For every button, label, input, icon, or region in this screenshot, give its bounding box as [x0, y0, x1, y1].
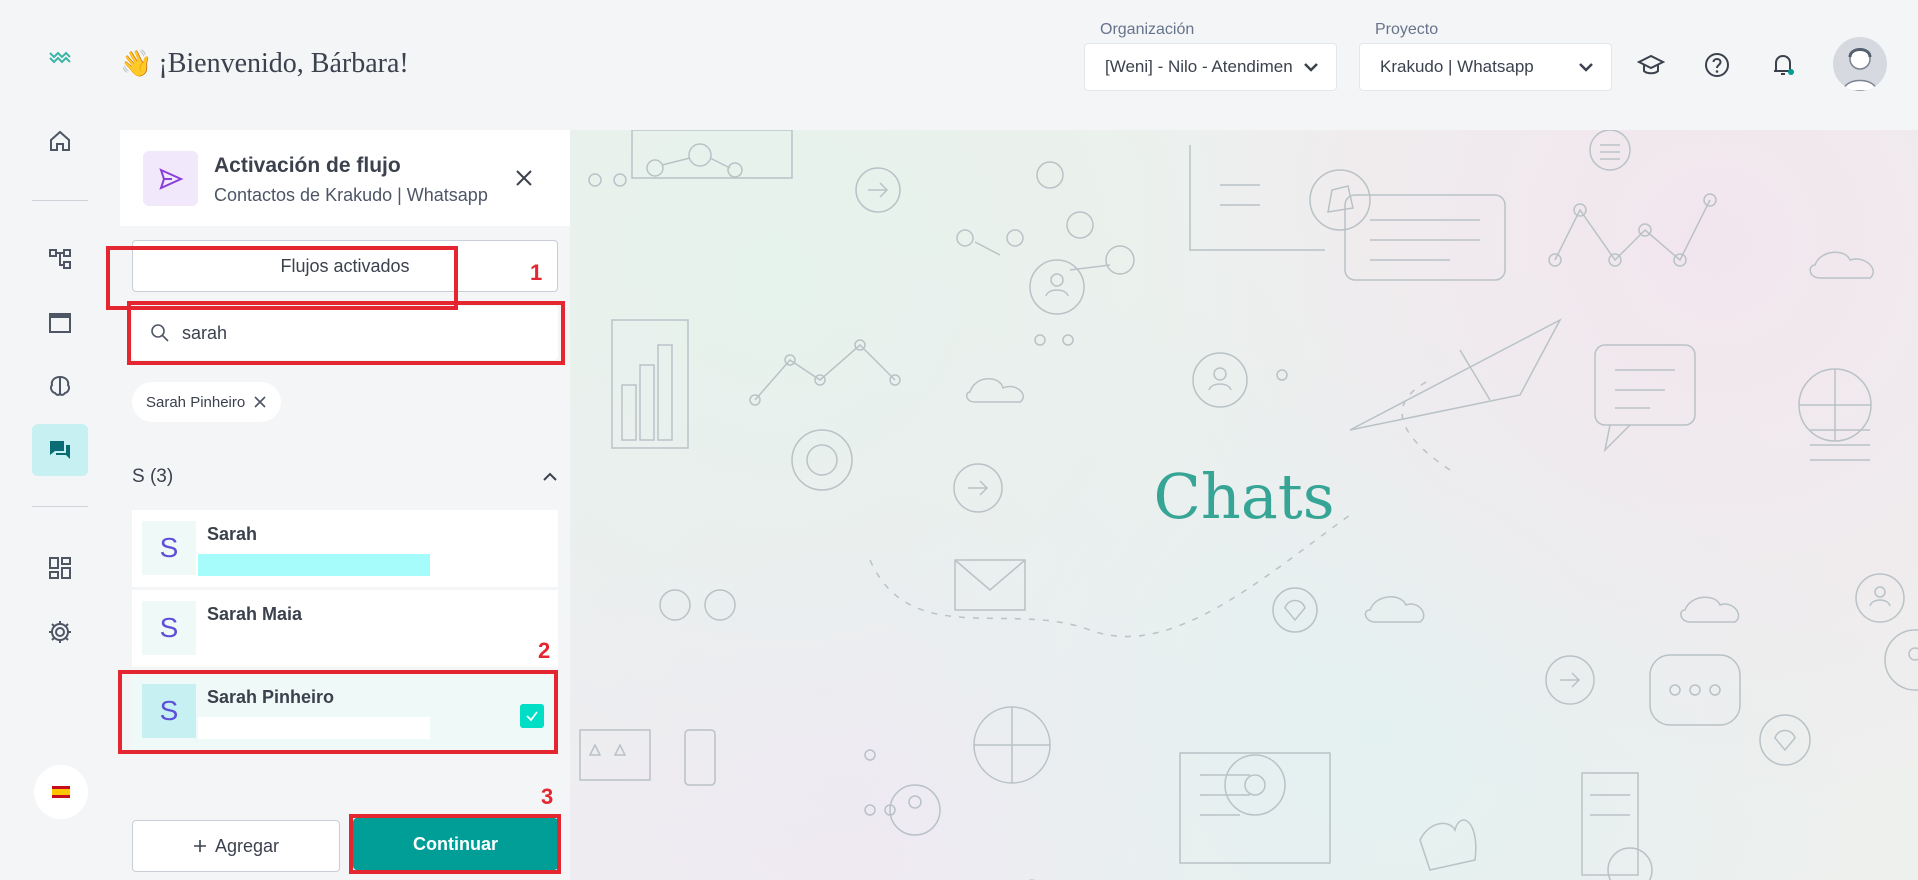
- project-label: Proyecto: [1375, 21, 1439, 38]
- project-value: Krakudo | Whatsapp: [1380, 57, 1534, 76]
- chats-icon[interactable]: [32, 424, 88, 476]
- panel-subtitle: Contactos de Krakudo | Whatsapp: [214, 185, 488, 205]
- selected-contact-chip: Sarah Pinheiro: [132, 382, 282, 422]
- contact-avatar: S: [142, 601, 196, 655]
- org-select[interactable]: [Weni] - Nilo - Atendimento: [1084, 43, 1337, 91]
- contact-list-item[interactable]: S Sarah Maia: [132, 590, 558, 667]
- chevron-down-icon: [1304, 63, 1318, 72]
- org-label: Organización: [1100, 21, 1195, 38]
- waving-hand-icon: 👋: [120, 49, 153, 78]
- annotation-number-2: 2: [538, 638, 551, 663]
- contact-name: Sarah Maia: [207, 604, 303, 624]
- flow-activation-panel: Activación de flujo Contactos de Krakudo…: [106, 130, 570, 880]
- sidebar-divider: [32, 506, 88, 507]
- main-title: Chats: [1153, 460, 1335, 533]
- panel-title: Activación de flujo: [214, 154, 401, 177]
- close-icon[interactable]: [510, 164, 538, 192]
- highlight-box-3: [349, 814, 561, 874]
- chevron-down-icon: [1579, 63, 1593, 72]
- close-icon[interactable]: [253, 395, 267, 409]
- panel-header: Activación de flujo Contactos de Krakudo…: [120, 130, 570, 226]
- contact-list-item[interactable]: S Sarah: [132, 510, 558, 587]
- notifications-bell-icon[interactable]: [1766, 48, 1800, 82]
- annotation-number-3: 3: [541, 784, 554, 809]
- chats-welcome-area: Chats: [570, 130, 1918, 880]
- chip-label: Sarah Pinheiro: [146, 393, 246, 411]
- annotation-number-1: 1: [530, 260, 543, 285]
- add-label: Agregar: [214, 835, 280, 856]
- contact-group-header[interactable]: S (3): [132, 466, 558, 488]
- chevron-up-icon: [543, 472, 557, 481]
- flows-icon[interactable]: [32, 233, 88, 285]
- sidebar-divider: [32, 200, 88, 201]
- academy-icon[interactable]: [1634, 48, 1668, 82]
- weni-logo-icon[interactable]: [32, 30, 88, 82]
- plus-icon: [193, 840, 206, 852]
- add-button[interactable]: Agregar: [132, 820, 340, 872]
- spain-flag-icon: [52, 786, 70, 798]
- welcome-text: ¡Bienvenido, Bárbara!: [158, 48, 409, 79]
- help-icon[interactable]: [1700, 48, 1734, 82]
- highlight-box-2: [118, 670, 558, 754]
- dashboard-icon[interactable]: [32, 542, 88, 594]
- send-icon: [143, 151, 198, 206]
- settings-icon[interactable]: [32, 606, 88, 658]
- org-value: [Weni] - Nilo - Atendimento: [1105, 57, 1292, 76]
- home-icon[interactable]: [32, 115, 88, 167]
- language-selector[interactable]: [34, 765, 88, 819]
- window-icon[interactable]: [32, 297, 88, 349]
- welcome-heading: 👋 ¡Bienvenido, Bárbara!: [120, 48, 409, 80]
- group-label: S (3): [132, 466, 174, 487]
- highlight-box-search: [127, 301, 565, 365]
- contact-name: Sarah: [207, 524, 258, 544]
- contact-avatar: S: [142, 521, 196, 575]
- redacted-block: [198, 554, 430, 576]
- sidebar: [0, 0, 120, 880]
- project-select[interactable]: Krakudo | Whatsapp: [1359, 43, 1612, 91]
- user-avatar[interactable]: [1833, 37, 1887, 91]
- brain-icon[interactable]: [32, 360, 88, 412]
